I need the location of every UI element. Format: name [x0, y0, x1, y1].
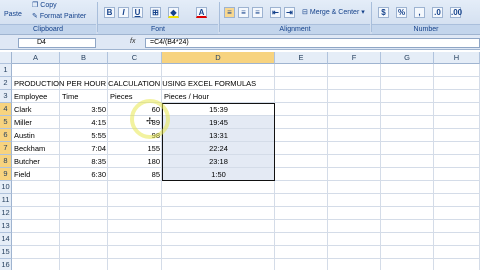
- row-header-3[interactable]: 3: [0, 90, 12, 103]
- row-header-11[interactable]: 11: [0, 194, 12, 207]
- formula-input[interactable]: =C4/(B4*24): [145, 38, 480, 48]
- row-header-5[interactable]: 5: [0, 116, 12, 129]
- column-header-h[interactable]: H: [434, 52, 480, 64]
- clipboard-group-label: Clipboard: [0, 24, 96, 34]
- align-left-icon[interactable]: ≡: [224, 7, 235, 18]
- column-header-d[interactable]: D: [162, 52, 275, 64]
- column-header-a[interactable]: A: [12, 52, 60, 64]
- column-header-f[interactable]: F: [328, 52, 381, 64]
- row-header-1[interactable]: 1: [0, 64, 12, 77]
- row-header-6[interactable]: 6: [0, 129, 12, 142]
- gridline: [12, 232, 480, 233]
- align-right-icon[interactable]: ≡: [252, 7, 263, 18]
- time-cell[interactable]: 7:04: [60, 142, 108, 155]
- gridline: [12, 258, 480, 259]
- employee-cell[interactable]: Butcher: [12, 155, 60, 168]
- row-header-15[interactable]: 15: [0, 246, 12, 259]
- column-header-b[interactable]: B: [60, 52, 108, 64]
- merge-center-button[interactable]: ⊟ Merge & Center ▾: [302, 7, 365, 17]
- employee-cell[interactable]: Field: [12, 168, 60, 181]
- row-header-14[interactable]: 14: [0, 233, 12, 246]
- decrease-decimal-icon[interactable]: .00: [450, 7, 462, 18]
- increase-decimal-icon[interactable]: .0: [432, 7, 443, 18]
- employee-cell[interactable]: Austin: [12, 129, 60, 142]
- comma-style-icon[interactable]: ,: [414, 7, 425, 18]
- row-header-9[interactable]: 9: [0, 168, 12, 181]
- gridline: [12, 206, 480, 207]
- copy-button[interactable]: ❐ Copy: [32, 0, 57, 10]
- underline-button[interactable]: U: [132, 7, 143, 18]
- format-painter-button[interactable]: ✎ Format Painter: [32, 11, 86, 21]
- select-all-corner[interactable]: [0, 52, 12, 64]
- employee-cell[interactable]: Miller: [12, 116, 60, 129]
- time-cell[interactable]: 8:35: [60, 155, 108, 168]
- row-header-4[interactable]: 4: [0, 103, 12, 116]
- row-header-12[interactable]: 12: [0, 207, 12, 220]
- format-painter-icon: ✎: [32, 13, 38, 20]
- fx-icon[interactable]: fx: [130, 38, 135, 45]
- worksheet-grid[interactable]: A B C D E F G H 1 2 3 4 5 6 7 8 9 10 11 12 13 14 15 16 PRODUCTI…: [0, 52, 480, 270]
- copy-label: Copy: [40, 1, 57, 9]
- alignment-group-label: Alignment: [220, 24, 370, 34]
- row-header-16[interactable]: 16: [0, 259, 12, 270]
- header-cell-employee[interactable]: Employee: [12, 90, 60, 103]
- cursor-icon: ✢: [146, 116, 154, 126]
- row-header-2[interactable]: 2: [0, 77, 12, 90]
- paste-label: Paste: [4, 10, 22, 18]
- row-header-8[interactable]: 8: [0, 155, 12, 168]
- fill-color-icon[interactable]: ◆: [168, 7, 179, 18]
- ribbon: Paste ❐ Copy ✎ Format Painter Clipboard …: [0, 0, 480, 35]
- paste-button[interactable]: Paste: [4, 9, 22, 19]
- gridline: [12, 76, 480, 77]
- copy-icon: ❐: [32, 2, 39, 9]
- selection-border: [162, 103, 275, 181]
- formula-bar: D4 fx =C4/(B4*24): [0, 35, 480, 50]
- align-center-icon[interactable]: ≡: [238, 7, 249, 18]
- gridline: [12, 219, 480, 220]
- sheet-title-cell[interactable]: PRODUCTION PER HOUR CALCULATION USING EX…: [12, 77, 256, 90]
- chevron-down-icon: ▾: [361, 9, 365, 16]
- pieces-cell[interactable]: 180: [108, 155, 162, 168]
- bold-button[interactable]: B: [104, 7, 115, 18]
- merge-center-label: Merge & Center: [309, 8, 360, 16]
- time-cell[interactable]: 6:30: [60, 168, 108, 181]
- italic-button[interactable]: I: [118, 7, 129, 18]
- employee-cell[interactable]: Beckham: [12, 142, 60, 155]
- column-header-g[interactable]: G: [381, 52, 434, 64]
- gridline: [12, 193, 480, 194]
- row-header-10[interactable]: 10: [0, 181, 12, 194]
- number-group-label: Number: [372, 24, 480, 34]
- row-header-13[interactable]: 13: [0, 220, 12, 233]
- name-box[interactable]: D4: [18, 38, 96, 48]
- pieces-cell[interactable]: 85: [108, 168, 162, 181]
- gridline: [12, 245, 480, 246]
- font-color-icon[interactable]: A: [196, 7, 207, 18]
- time-cell[interactable]: 3:50: [60, 103, 108, 116]
- row-header-7[interactable]: 7: [0, 142, 12, 155]
- decrease-indent-icon[interactable]: ⇤: [270, 7, 281, 18]
- employee-cell[interactable]: Clark: [12, 103, 60, 116]
- borders-icon[interactable]: ⊞: [150, 7, 161, 18]
- currency-button[interactable]: $: [378, 7, 389, 18]
- time-cell[interactable]: 4:15: [60, 116, 108, 129]
- percent-button[interactable]: %: [396, 7, 407, 18]
- header-cell-pieces-hour[interactable]: Pieces / Hour: [162, 90, 275, 103]
- header-cell-time[interactable]: Time: [60, 90, 108, 103]
- merge-icon: ⊟: [302, 9, 308, 16]
- column-header-c[interactable]: C: [108, 52, 162, 64]
- time-cell[interactable]: 5:55: [60, 129, 108, 142]
- increase-indent-icon[interactable]: ⇥: [284, 7, 295, 18]
- format-painter-label: Format Painter: [39, 12, 87, 20]
- pieces-cell[interactable]: 155: [108, 142, 162, 155]
- font-group-label: Font: [98, 24, 218, 34]
- column-header-e[interactable]: E: [275, 52, 328, 64]
